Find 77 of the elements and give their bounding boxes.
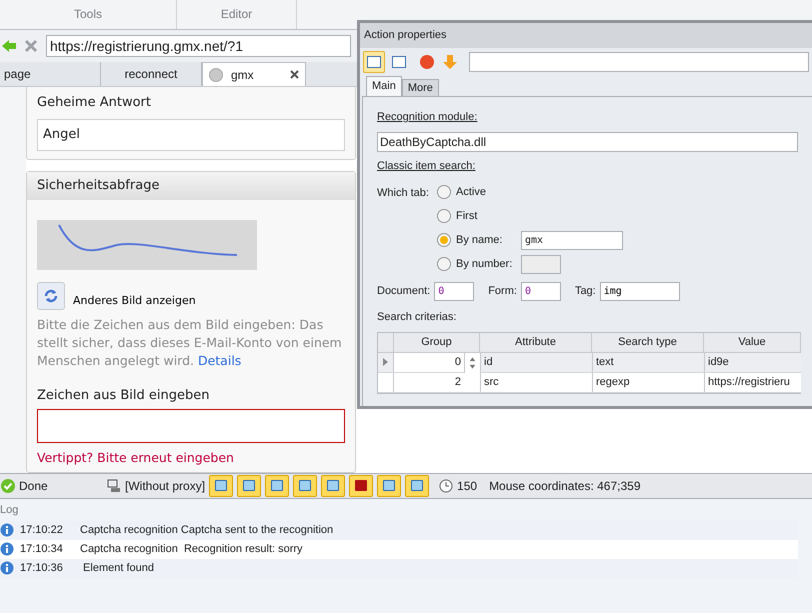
radio-label[interactable]: Active — [456, 184, 486, 200]
log-message: Element found — [82, 561, 154, 576]
info-icon — [0, 561, 14, 576]
table-cell-text: 2 — [454, 374, 462, 390]
table-cell: id — [480, 352, 592, 372]
error-text: Vertippt? Bitte erneut eingeben — [37, 449, 235, 467]
radio-label[interactable]: By name: — [456, 232, 516, 248]
table-cell: https://registrieru — [704, 372, 811, 392]
log-title: Log — [0, 502, 18, 518]
field-label: Tag: — [574, 284, 596, 300]
grid-row[interactable]: 0 id text id9e — [378, 352, 801, 372]
window-title: Action properties — [364, 28, 447, 44]
input-field[interactable]: img — [600, 282, 680, 301]
table-cell: text — [592, 352, 704, 372]
tab-label: reconnect — [124, 66, 178, 83]
column-header[interactable]: Search type — [592, 332, 704, 352]
refresh-icon[interactable] — [37, 282, 65, 310]
log-time: 17:10:22 — [20, 523, 64, 538]
table-cell: regexp — [592, 372, 704, 392]
ribbon-group-label: Tools — [74, 6, 102, 23]
address-field[interactable]: https://registrierung.gmx.net/?1 — [46, 35, 351, 57]
input-field[interactable]: gmx — [521, 230, 623, 250]
record-icon[interactable] — [419, 54, 435, 70]
timer-text: 150 — [457, 478, 478, 495]
refresh-link[interactable]: Anderes Bild anzeigen — [73, 293, 196, 310]
ribbon-group-label: Editor — [220, 6, 252, 23]
input-field[interactable] — [37, 409, 345, 443]
input-field[interactable]: DeathByCaptcha.dll — [377, 132, 798, 152]
field-label: Form: — [488, 284, 517, 300]
description-text: Bitte die Zeichen aus dem Bild eingeben: Das stellt sicher, dass dieses E-Mail-Konto von einem Menschen angelegt wird. Details — [37, 316, 343, 370]
check-icon — [1, 478, 15, 493]
input-field[interactable] — [469, 52, 809, 72]
browser-tab[interactable]: gmx — [202, 62, 306, 86]
log-time: 17:10:36 — [20, 561, 64, 576]
log-message: Captcha recognition Recognition result: sorry — [80, 542, 303, 557]
globe-icon — [209, 68, 223, 82]
section-label: Search criterias: — [377, 310, 458, 325]
table-cell: 0 — [394, 352, 464, 372]
row-pointer-icon — [383, 358, 388, 366]
tab[interactable]: More — [402, 79, 439, 96]
radio-button[interactable] — [437, 257, 451, 271]
network-icon — [107, 478, 121, 493]
panel-title: Sicherheitsabfrage — [37, 176, 160, 195]
info-icon — [0, 523, 14, 538]
column-header[interactable]: Group — [394, 332, 480, 352]
radio-button[interactable] — [437, 233, 451, 247]
spinner-icon[interactable] — [464, 352, 480, 372]
input-field[interactable]: 0 — [520, 282, 561, 301]
table-cell: id9e — [704, 352, 811, 372]
section-label: Recognition module: — [377, 110, 478, 125]
close-icon[interactable] — [290, 70, 299, 79]
grid-row[interactable]: 2 src regexp https://registrieru — [378, 372, 801, 392]
proxy-text: [Without proxy] — [125, 478, 206, 495]
input-field[interactable]: 0 — [434, 282, 474, 301]
mouse-coordinates: Mouse coordinates: 467;359 — [489, 478, 640, 495]
section-label: Classic item search: — [377, 158, 476, 174]
tab-label: gmx — [231, 66, 254, 84]
column-header[interactable]: Attribute — [480, 332, 592, 352]
field-label: Which tab: — [377, 186, 430, 201]
input-field[interactable] — [521, 254, 561, 274]
status-text: Done — [19, 478, 49, 495]
log-time: 17:10:34 — [20, 542, 64, 557]
table-cell: src — [480, 372, 592, 392]
field-label: Geheime Antwort — [37, 94, 152, 112]
clock-icon — [439, 478, 454, 493]
input-field[interactable]: Angel — [37, 118, 345, 150]
field-label: Document: — [377, 284, 430, 300]
radio-label[interactable]: First — [456, 208, 478, 224]
column-header[interactable]: Value — [704, 332, 801, 352]
field-label: Zeichen aus Bild eingeben — [37, 386, 210, 404]
radio-button[interactable] — [437, 185, 451, 199]
radio-button[interactable] — [437, 209, 451, 223]
log-message: Captcha recognition Captcha sent to the recognition — [80, 523, 334, 538]
details-link[interactable]: Details — [198, 352, 242, 368]
tab[interactable]: Main — [366, 76, 402, 96]
tab-label: page — [4, 66, 31, 83]
radio-label[interactable]: By number: — [456, 256, 516, 272]
